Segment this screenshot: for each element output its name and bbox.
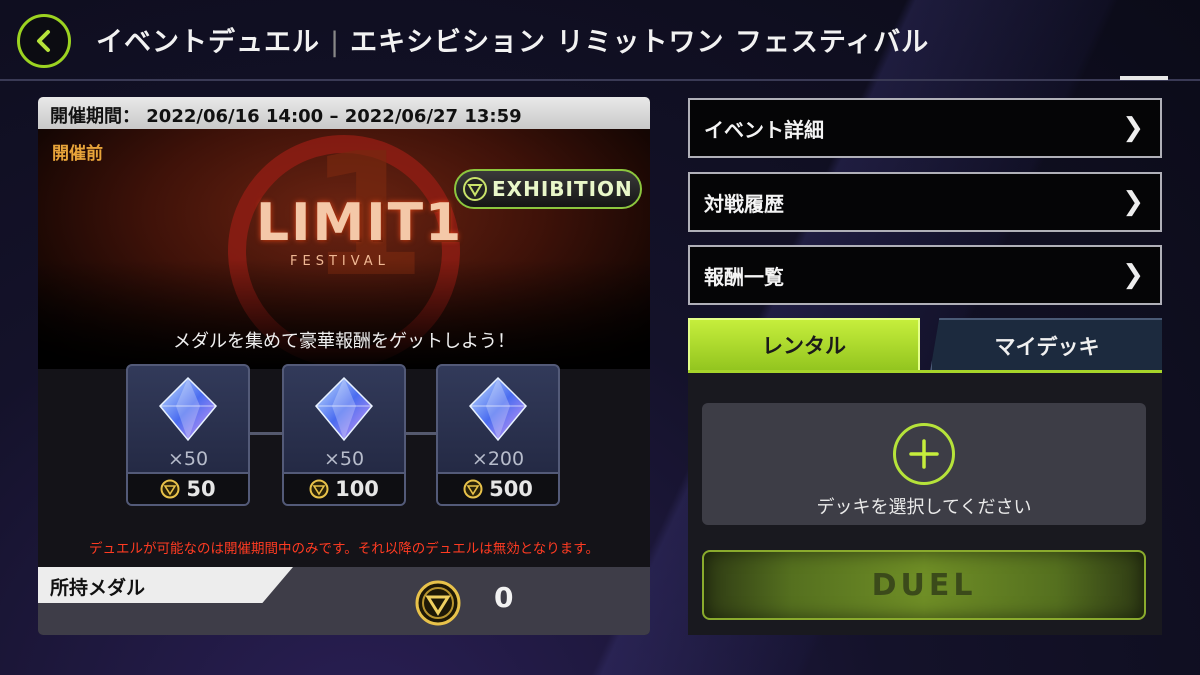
title-event-name: エキシビション リミットワン フェスティバル <box>350 27 930 58</box>
reward-cost-value: 500 <box>489 477 533 501</box>
reward-list-label: 報酬一覧 <box>704 264 784 289</box>
header-divider <box>0 79 1200 81</box>
page-title: イベントデュエル | エキシビション リミットワン フェスティバル <box>96 20 929 59</box>
medal-icon <box>463 479 483 499</box>
deck-select-slot[interactable]: デッキを選択してください <box>702 403 1146 525</box>
reward-cost-value: 50 <box>186 477 216 501</box>
reward-cost: 100 <box>284 472 404 504</box>
battle-history-label: 対戦履歴 <box>704 191 784 216</box>
add-deck-button[interactable] <box>893 423 955 485</box>
reward-cost: 50 <box>128 472 248 504</box>
reward-connector <box>404 432 438 435</box>
medal-icon <box>309 479 329 499</box>
event-status: 開催前 <box>52 144 103 164</box>
deck-area: デッキを選択してください DUEL <box>688 373 1162 635</box>
chevron-right-icon: ❯ <box>1122 260 1144 290</box>
title-separator: | <box>330 27 341 58</box>
gem-icon <box>158 376 218 442</box>
reward-cost: 500 <box>438 472 558 504</box>
reward-quantity: ×200 <box>471 448 525 470</box>
gem-icon <box>314 376 374 442</box>
owned-medals-label: 所持メダル <box>38 567 293 603</box>
reward-card[interactable]: ×50 100 <box>282 364 406 506</box>
tab-rental[interactable]: レンタル <box>688 318 920 372</box>
chevron-right-icon: ❯ <box>1122 187 1144 217</box>
event-details-label: イベント詳細 <box>704 117 824 142</box>
reward-quantity: ×50 <box>167 448 209 470</box>
event-logo-sub: FESTIVAL <box>290 254 390 269</box>
owned-medals-count: 0 <box>494 581 514 614</box>
header-accent-mark <box>1120 76 1168 80</box>
header: イベントデュエル | エキシビション リミットワン フェスティバル <box>0 0 1200 81</box>
reward-track: ×50 50 ×50 100 ×200 500 <box>38 362 650 512</box>
reward-connector <box>250 432 284 435</box>
owned-medals: 所持メダル 0 <box>38 567 650 635</box>
duel-button[interactable]: DUEL <box>702 550 1146 620</box>
battle-history-button[interactable]: 対戦履歴 ❯ <box>688 172 1162 232</box>
exhibition-label: EXHIBITION <box>492 177 633 201</box>
event-details-button[interactable]: イベント詳細 ❯ <box>688 98 1162 158</box>
reward-cost-value: 100 <box>335 477 379 501</box>
chevron-left-icon <box>37 30 50 52</box>
event-banner: 1 開催前 LIMIT1 FESTIVAL EXHIBITION メダルを集めて… <box>38 117 650 369</box>
back-button[interactable] <box>17 14 71 68</box>
reward-card[interactable]: ×200 500 <box>436 364 560 506</box>
chevron-right-icon: ❯ <box>1122 113 1144 143</box>
exhibition-icon <box>463 177 487 201</box>
reward-list-button[interactable]: 報酬一覧 ❯ <box>688 245 1162 305</box>
gem-icon <box>468 376 528 442</box>
medal-icon <box>415 580 461 626</box>
exhibition-badge: EXHIBITION <box>454 169 642 209</box>
event-tagline: メダルを集めて豪華報酬をゲットしよう！ <box>173 331 515 352</box>
medal-icon <box>160 479 180 499</box>
event-info-panel: 開催期間： 2022/06/16 14:00 – 2022/06/27 13:5… <box>38 97 650 635</box>
title-category: イベントデュエル <box>96 27 320 58</box>
event-logo: LIMIT1 <box>256 193 464 253</box>
duel-period-notice: デュエルが可能なのは開催期間中のみです。それ以降のデュエルは無効となります。 <box>89 541 599 557</box>
tab-my-deck[interactable]: マイデッキ <box>930 318 1162 372</box>
reward-quantity: ×50 <box>323 448 365 470</box>
deck-select-prompt: デッキを選択してください <box>816 497 1032 518</box>
reward-card[interactable]: ×50 50 <box>126 364 250 506</box>
period-label: 開催期間： <box>50 106 140 127</box>
plus-icon <box>909 439 939 469</box>
